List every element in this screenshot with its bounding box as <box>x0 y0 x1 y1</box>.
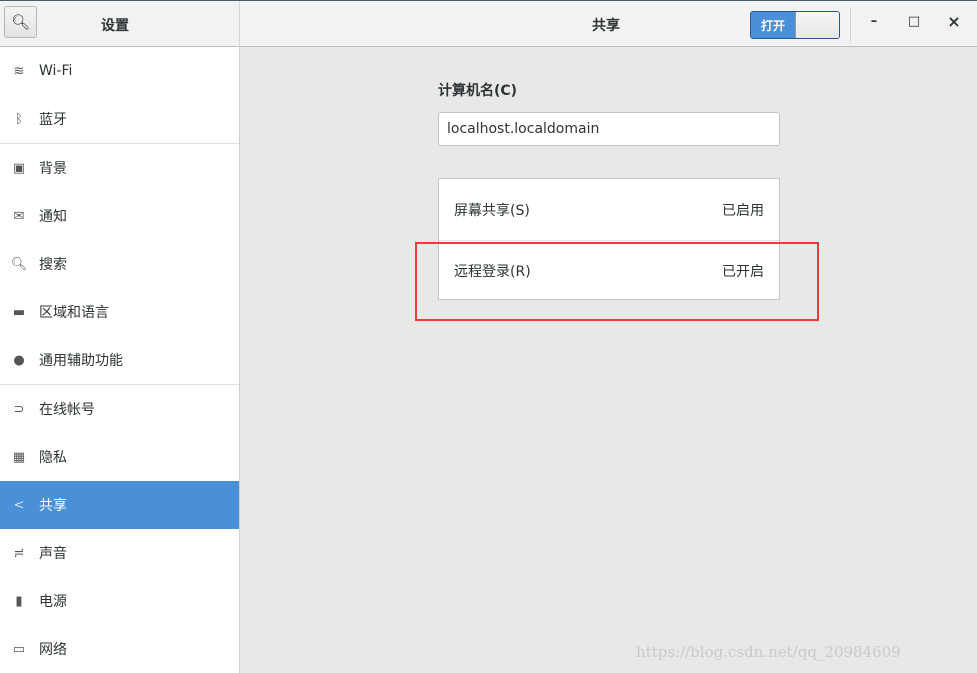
sidebar-title: 设置 <box>101 18 129 34</box>
row-label: 屏幕共享(S) <box>454 202 530 219</box>
sidebar-item-label: 声音 <box>39 546 67 562</box>
sidebar-item[interactable]: ✉ 通知 <box>0 192 239 240</box>
region-icon: ▬ <box>12 304 26 320</box>
sidebar-item[interactable]: 🔍︎ 搜索 <box>0 240 239 288</box>
sidebar-item-label: 在线帐号 <box>39 402 95 418</box>
sidebar-item-label: 电源 <box>39 594 67 610</box>
sidebar-header: 🔍︎ 设置 <box>0 1 240 47</box>
screen-sharing-row[interactable]: 屏幕共享(S) 已启用 <box>439 179 779 240</box>
search-icon: 🔍︎ <box>10 13 31 31</box>
sidebar-item-label: 共享 <box>39 498 67 514</box>
sidebar-item[interactable]: ● 通用辅助功能 <box>0 336 239 384</box>
toggle-label: 打开 <box>751 12 795 38</box>
sidebar-item-label: 隐私 <box>39 450 67 466</box>
hostname-label: 计算机名(C) <box>438 83 518 99</box>
sharing-toggle[interactable]: 打开 <box>750 11 840 39</box>
bluetooth-icon: ᛒ <box>15 111 23 127</box>
power-icon: ▮ <box>15 593 23 609</box>
sidebar-item[interactable]: ᛒ 蓝牙 <box>0 95 239 143</box>
wifi-icon: ≋ <box>13 63 25 79</box>
share-icon: < <box>13 497 25 513</box>
sidebar-item[interactable]: < 共享 <box>0 481 239 529</box>
hostname-input[interactable]: localhost.localdomain <box>438 112 780 146</box>
network-icon: ▭ <box>12 641 26 657</box>
sidebar-item-label: 通用辅助功能 <box>39 353 123 369</box>
search-button[interactable]: 🔍︎ <box>4 6 37 38</box>
highlight-box <box>415 242 819 321</box>
row-status: 已启用 <box>722 202 764 219</box>
sidebar: ≋ Wi-Fi ᛒ 蓝牙 ▣ 背景 ✉ 通知 🔍︎ 搜索 ▬ 区域和语言 ● 通用辅助功能 ⊃ 在线帐号 ▦ 隐私… <box>0 47 240 673</box>
privacy-icon: ▦ <box>12 449 26 465</box>
notification-icon: ✉ <box>13 208 25 224</box>
sound-icon: ≓ <box>13 545 25 561</box>
sidebar-item-label: 通知 <box>39 209 67 225</box>
maximize-button[interactable]: □ <box>904 14 924 34</box>
background-icon: ▣ <box>12 160 26 176</box>
sidebar-item[interactable]: ⊃ 在线帐号 <box>0 385 239 433</box>
header-bar: 🔍︎ 设置 共享 打开 – □ × <box>0 0 977 47</box>
sidebar-item[interactable]: ≋ Wi-Fi <box>0 47 239 95</box>
sidebar-item-label: Wi-Fi <box>39 63 73 79</box>
toggle-knob <box>795 12 839 38</box>
sidebar-item[interactable]: ▭ 网络 <box>0 625 239 673</box>
sidebar-item[interactable]: ▮ 电源 <box>0 577 239 625</box>
search-icon: 🔍︎ <box>10 256 28 272</box>
accessibility-icon: ● <box>13 352 25 368</box>
sidebar-item-label: 区域和语言 <box>39 305 109 321</box>
sidebar-item-label: 背景 <box>39 161 67 177</box>
sidebar-item[interactable]: ≓ 声音 <box>0 529 239 577</box>
sidebar-item[interactable]: ▬ 区域和语言 <box>0 288 239 336</box>
sidebar-item[interactable]: ▦ 隐私 <box>0 433 239 481</box>
page-title: 共享 <box>592 18 620 34</box>
sidebar-item[interactable]: ▣ 背景 <box>0 144 239 192</box>
divider <box>850 8 851 42</box>
watermark: https://blog.csdn.net/qq_20984609 <box>636 643 901 661</box>
close-button[interactable]: × <box>944 12 964 32</box>
online-accounts-icon: ⊃ <box>13 401 25 417</box>
sidebar-item-label: 搜索 <box>39 257 67 273</box>
minimize-button[interactable]: – <box>864 14 884 34</box>
sidebar-item-label: 网络 <box>39 642 67 658</box>
sidebar-item-label: 蓝牙 <box>39 112 67 128</box>
